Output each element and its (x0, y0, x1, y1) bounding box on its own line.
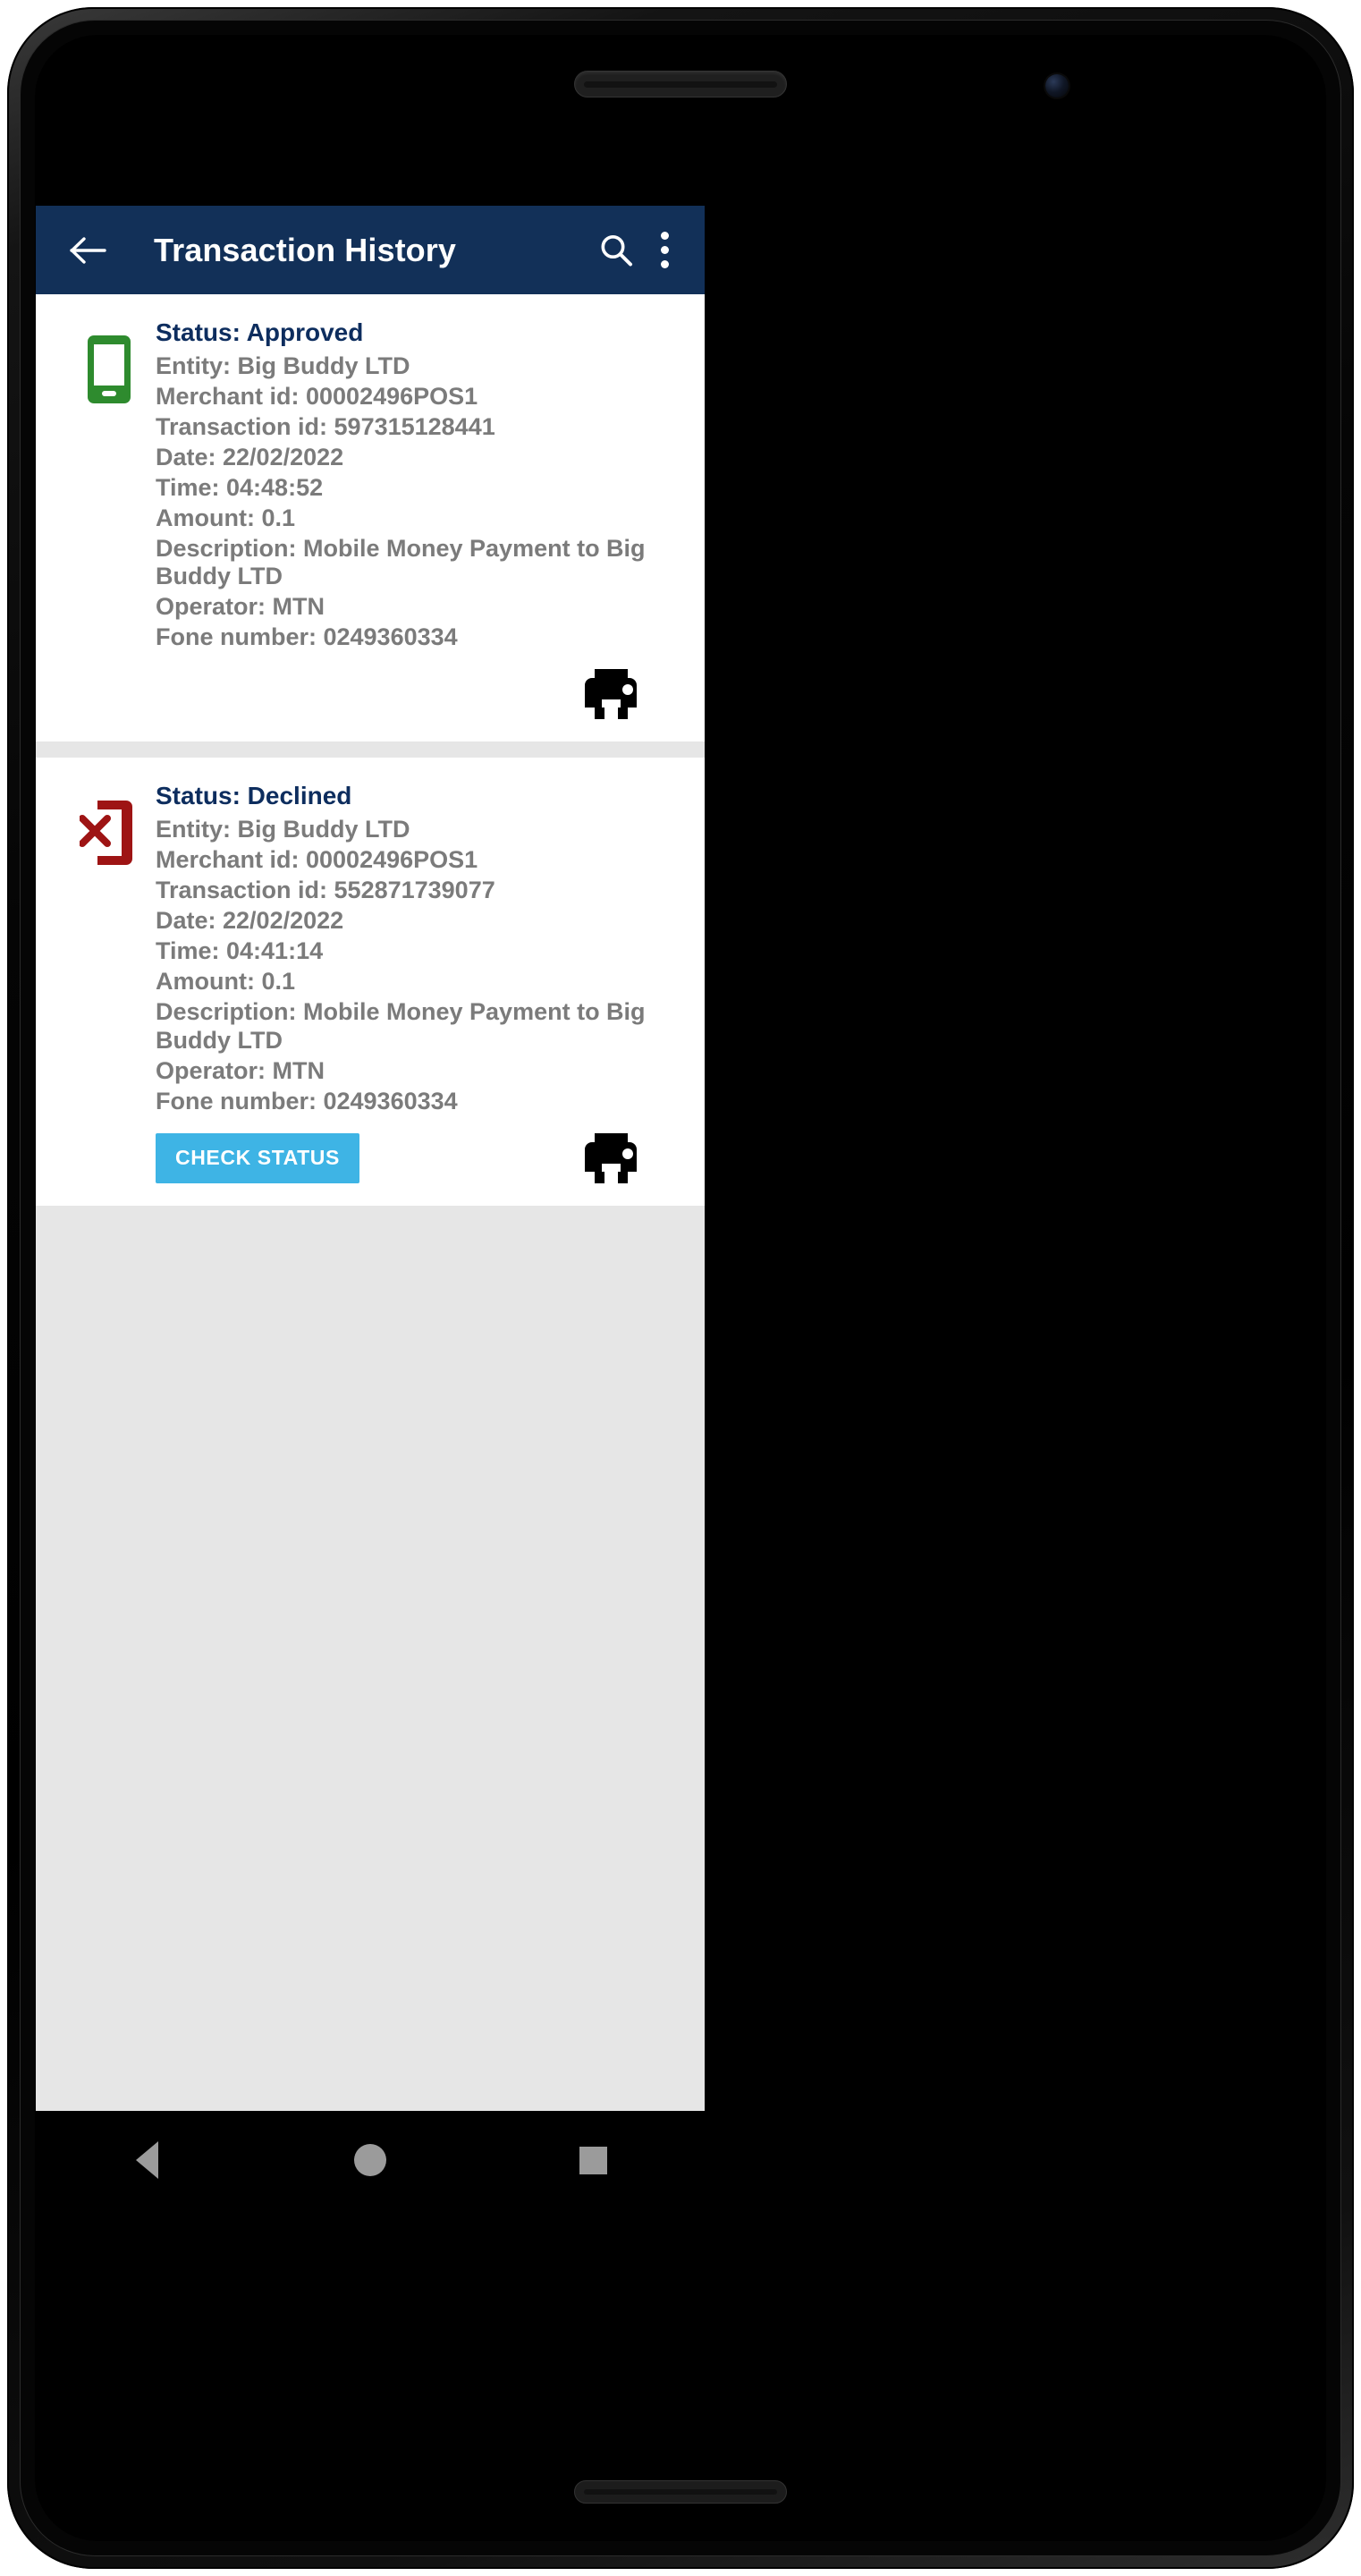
card-footer (156, 666, 674, 722)
nav-back-button[interactable] (98, 2111, 197, 2209)
search-button[interactable] (588, 223, 644, 278)
card-details: Status: Approved Entity: Big Buddy LTD M… (156, 318, 678, 722)
date-text: Date: 22/02/2022 (156, 906, 344, 934)
more-vert-icon (660, 232, 669, 268)
transaction-id-text: Transaction id: 552871739077 (156, 877, 495, 903)
print-button[interactable] (578, 667, 644, 721)
arrow-back-icon (70, 236, 106, 264)
entity-text: Entity: Big Buddy LTD (156, 352, 410, 379)
nav-recents-button[interactable] (544, 2111, 642, 2209)
transaction-id-text: Transaction id: 597315128441 (156, 412, 495, 440)
search-icon (601, 234, 632, 266)
fone-number-text: Fone number: 0249360334 (156, 1087, 458, 1114)
card-footer: CHECK STATUS (156, 1131, 674, 1186)
phone-approved-icon (88, 335, 131, 403)
overflow-menu-button[interactable] (644, 223, 685, 278)
merchant-id-text: Merchant id: 00002496POS1 (156, 382, 478, 410)
transaction-list[interactable]: Status: Approved Entity: Big Buddy LTD M… (36, 294, 705, 2111)
status-text: Status: Declined (156, 782, 352, 810)
phone-screen: Transaction History Status: Approved Ent… (36, 206, 705, 2111)
card-status-icon (63, 781, 156, 870)
printer-icon (585, 669, 637, 720)
description-text: Description: Mobile Money Payment to Big… (156, 997, 646, 1054)
front-camera-icon (1045, 74, 1069, 97)
nav-home-icon (353, 2144, 386, 2176)
time-text: Time: 04:48:52 (156, 473, 324, 501)
app-bar: Transaction History (36, 206, 705, 294)
bottom-speaker-grille (574, 2480, 787, 2504)
time-text: Time: 04:41:14 (156, 936, 324, 964)
nav-home-button[interactable] (321, 2111, 419, 2209)
merchant-id-text: Merchant id: 00002496POS1 (156, 846, 478, 874)
page-title: Transaction History (154, 231, 456, 268)
transaction-card-declined[interactable]: Status: Declined Entity: Big Buddy LTD M… (36, 758, 705, 1206)
check-status-button[interactable]: CHECK STATUS (156, 1132, 359, 1183)
phone-declined-icon (80, 801, 132, 866)
card-status-icon (63, 318, 156, 407)
amount-text: Amount: 0.1 (156, 504, 296, 531)
entity-text: Entity: Big Buddy LTD (156, 816, 410, 843)
operator-text: Operator: MTN (156, 1056, 325, 1084)
nav-back-icon (136, 2141, 159, 2179)
transaction-card-approved[interactable]: Status: Approved Entity: Big Buddy LTD M… (36, 294, 705, 742)
printer-icon (585, 1132, 637, 1183)
status-text: Status: Approved (156, 318, 364, 346)
amount-text: Amount: 0.1 (156, 967, 296, 995)
earpiece-speaker (574, 71, 787, 97)
card-details: Status: Declined Entity: Big Buddy LTD M… (156, 781, 678, 1185)
print-button[interactable] (578, 1131, 644, 1185)
operator-text: Operator: MTN (156, 593, 325, 621)
android-nav-bar (36, 2111, 705, 2209)
description-text: Description: Mobile Money Payment to Big… (156, 534, 646, 590)
nav-recents-icon (579, 2146, 607, 2174)
fone-number-text: Fone number: 0249360334 (156, 623, 458, 651)
date-text: Date: 22/02/2022 (156, 443, 344, 470)
back-button[interactable] (63, 225, 114, 276)
